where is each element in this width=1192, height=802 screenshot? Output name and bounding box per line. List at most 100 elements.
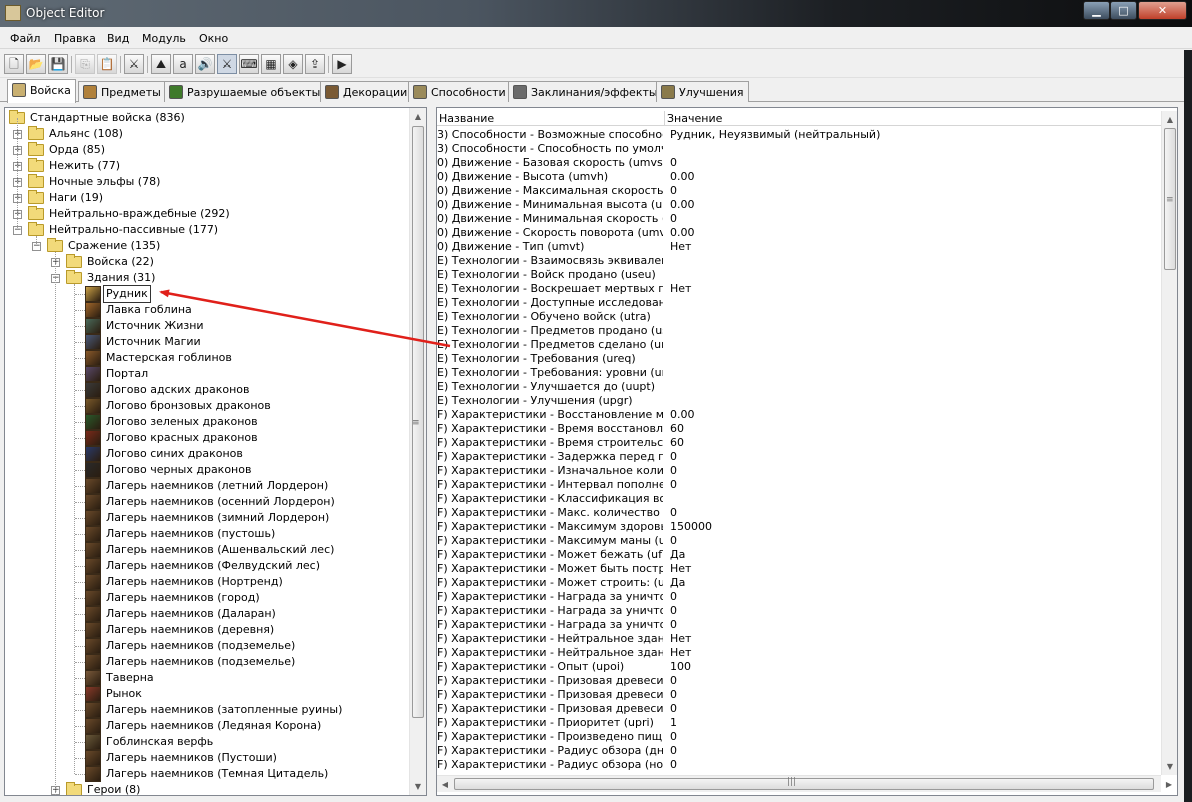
text-button[interactable]: a [173,54,193,74]
tree-folder[interactable]: Стандартные войска (836) [5,110,410,126]
tree-item[interactable]: Лавка гоблина [5,302,410,318]
object-tree[interactable]: Стандартные войска (836) + Альянс (108) + Ор… [4,107,427,796]
export-button[interactable]: ⇪ [305,54,325,74]
tab-units[interactable]: Войска [7,79,76,103]
tree-item[interactable]: Логово зеленых драконов [5,414,410,430]
tree-folder[interactable]: + Наги (19) [5,190,410,206]
tree-item[interactable]: Лагерь наемников (город) [5,590,410,606]
column-value-header[interactable]: Значение [665,111,1161,126]
tree-folder[interactable]: + Герои (8) [5,782,410,795]
grid-row[interactable]: 0) Движение - Скорость поворота (umvr) 0.… [437,226,1161,240]
close-button[interactable]: ✕ [1138,1,1187,20]
scroll-down-icon[interactable]: ▼ [1162,758,1177,775]
grid-row[interactable]: E) Технологии - Улучшается до (uupt) [437,380,1161,394]
tree-folder[interactable]: + Нежить (77) [5,158,410,174]
grid-row[interactable]: E) Технологии - Предметов сделано (umki) [437,338,1161,352]
grid-row[interactable]: F) Характеристики - Награда за уничтоже.… [437,618,1161,632]
tree-item[interactable]: Рудник [5,285,410,303]
grid-row[interactable]: E) Технологии - Доступные исследования .… [437,296,1161,310]
tree-folder[interactable]: + Нейтрально-враждебные (292) [5,206,410,222]
tree-folder[interactable]: − Здания (31) [5,270,410,286]
tree-item[interactable]: Лагерь наемников (Ашенвальский лес) [5,542,410,558]
menu-edit[interactable]: Правка [54,32,96,45]
import-button[interactable]: ◈ [283,54,303,74]
grid-row[interactable]: F) Характеристики - Награда за уничтоже.… [437,604,1161,618]
trigger-button[interactable]: ⌨ [239,54,259,74]
maximize-button[interactable]: □ [1110,1,1137,20]
grid-row[interactable]: F) Характеристики - Может строить: (ucbo… [437,576,1161,590]
tree-folder[interactable]: + Альянс (108) [5,126,410,142]
tree-item[interactable]: Лагерь наемников (затопленные руины) [5,702,410,718]
scroll-up-icon[interactable]: ▲ [1162,111,1177,128]
grid-row[interactable]: F) Характеристики - Максимум маны (ump..… [437,534,1161,548]
grid-row[interactable]: F) Характеристики - Время строительства.… [437,436,1161,450]
tree-item[interactable]: Лагерь наемников (пустошь) [5,526,410,542]
menu-file[interactable]: Файл [10,32,40,45]
grid-row[interactable]: F) Характеристики - Изначальное количес.… [437,464,1161,478]
grid-row[interactable]: E) Технологии - Улучшения (upgr) [437,394,1161,408]
grid-row[interactable]: 0) Движение - Минимальная высота (umvf) 0… [437,198,1161,212]
grid-row[interactable]: F) Характеристики - Макс. количество (us… [437,506,1161,520]
tree-item[interactable]: Гоблинская верфь [5,734,410,750]
grid-row[interactable]: F) Характеристики - Призовая древесина .… [437,688,1161,702]
tree-item[interactable]: Лагерь наемников (деревня) [5,622,410,638]
grid-row[interactable]: F) Характеристики - Нейтральное здание: … [437,646,1161,660]
tree-item[interactable]: Логово бронзовых драконов [5,398,410,414]
grid-row[interactable]: E) Технологии - Взаимосвязь эквивалент..… [437,254,1161,268]
grid-row[interactable]: 0) Движение - Максимальная скорость (u..… [437,184,1161,198]
scroll-right-icon[interactable]: ▶ [1161,776,1177,793]
tab-upgrades[interactable]: Улучшения [656,81,749,102]
column-name-header[interactable]: Название [437,111,665,126]
grid-scrollbar[interactable]: ▲ ≡ ▼ [1161,111,1177,775]
campaign-button[interactable]: ▦ [261,54,281,74]
grid-row[interactable]: F) Характеристики - Призовая древесина .… [437,674,1161,688]
tree-item[interactable]: Лагерь наемников (подземелье) [5,638,410,654]
tree-item[interactable]: Логово красных драконов [5,430,410,446]
grid-row[interactable]: E) Технологии - Требования: уровни (urqa… [437,366,1161,380]
panel-splitter-icon[interactable]: ≡ [412,418,420,428]
tree-item[interactable]: Лагерь наемников (подземелье) [5,654,410,670]
properties-grid[interactable]: Название Значение 3) Способности - Возмо… [436,107,1178,796]
grid-row[interactable]: E) Технологии - Требования (ureq) [437,352,1161,366]
grid-row[interactable]: E) Технологии - Войск продано (useu) [437,268,1161,282]
grid-row[interactable]: F) Характеристики - Классификация войс..… [437,492,1161,506]
menu-view[interactable]: Вид [107,32,129,45]
scroll-thumb[interactable] [454,778,1154,790]
grid-row[interactable]: 3) Способности - Способность по умолчан.… [437,142,1161,156]
grid-row[interactable]: 0) Движение - Минимальная скорость (u...… [437,212,1161,226]
tree-item[interactable]: Лагерь наемников (Нортренд) [5,574,410,590]
tree-item[interactable]: Логово адских драконов [5,382,410,398]
paste-button[interactable]: 📋 [97,54,117,74]
tree-item[interactable]: Мастерская гоблинов [5,350,410,366]
grid-row[interactable]: F) Характеристики - Награда за уничтоже.… [437,590,1161,604]
new-button[interactable]: 🗋 [4,54,24,74]
tree-item[interactable]: Источник Магии [5,334,410,350]
grid-row[interactable]: F) Характеристики - Призовая древесина .… [437,702,1161,716]
tree-item[interactable]: Лагерь наемников (летний Лордерон) [5,478,410,494]
units-button[interactable]: ⚔ [124,54,144,74]
tree-item[interactable]: Лагерь наемников (Даларан) [5,606,410,622]
grid-row[interactable]: E) Технологии - Воскрешает мертвых геро.… [437,282,1161,296]
menu-module[interactable]: Модуль [142,32,186,45]
tree-item[interactable]: Лагерь наемников (осенний Лордерон) [5,494,410,510]
tree-folder[interactable]: + Орда (85) [5,142,410,158]
tree-item[interactable]: Лагерь наемников (Фелвудский лес) [5,558,410,574]
object-editor-button[interactable]: ⚔ [217,54,237,74]
sound-button[interactable]: 🔊 [195,54,215,74]
tree-scrollbar[interactable]: ▲ ▼ [409,108,426,795]
grid-row[interactable]: F) Характеристики - Задержка перед перв.… [437,450,1161,464]
tree-item[interactable]: Источник Жизни [5,318,410,334]
scroll-up-icon[interactable]: ▲ [410,108,426,125]
grid-row[interactable]: F) Характеристики - Может бежать (ufle) Д… [437,548,1161,562]
tree-folder[interactable]: − Сражение (135) [5,238,410,254]
grid-row[interactable]: 0) Движение - Базовая скорость (umvs) 0 [437,156,1161,170]
tree-item[interactable]: Логово синих драконов [5,446,410,462]
grid-row[interactable]: E) Технологии - Обучено войск (utra) [437,310,1161,324]
open-button[interactable]: 📂 [26,54,46,74]
tree-item[interactable]: Лагерь наемников (Ледяная Корона) [5,718,410,734]
tab-abilities[interactable]: Способности [408,81,511,102]
test-map-button[interactable]: ▶ [332,54,352,74]
grid-row[interactable]: F) Характеристики - Произведено пищи (u.… [437,730,1161,744]
tab-items[interactable]: Предметы [78,81,166,102]
grid-row[interactable]: F) Характеристики - Нейтральное здание: … [437,632,1161,646]
